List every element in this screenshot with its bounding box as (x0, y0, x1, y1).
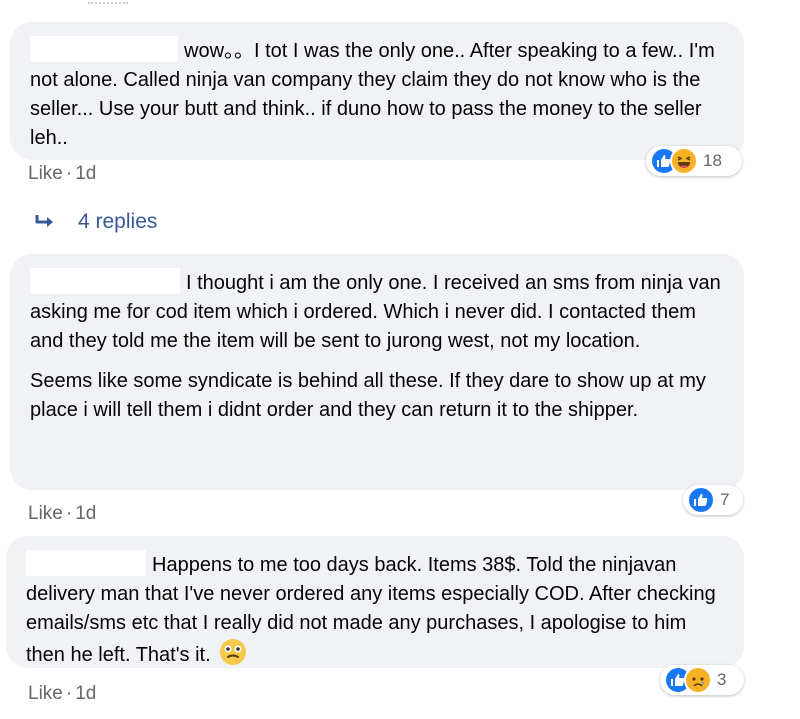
replies-label: 4 replies (78, 210, 158, 233)
haha-icon (670, 147, 698, 175)
comment-text-paragraph-2: Seems like some syndicate is behind all … (30, 370, 706, 421)
comment-bubble-2: I thought i am the only one. I received … (10, 254, 744, 490)
reaction-count: 3 (717, 670, 727, 689)
comment-meta-1: Like · 1d (28, 163, 97, 184)
comment-meta-2: Like · 1d (28, 503, 97, 524)
like-link[interactable]: Like (28, 163, 63, 184)
reply-arrow-icon (35, 215, 53, 227)
comment-bubble-1: wow。。I tot I was the only one.. After sp… (10, 22, 744, 160)
previous-content-edge (0, 0, 800, 6)
like-link[interactable]: Like (28, 503, 63, 524)
grimace-emoji-icon (219, 639, 246, 665)
timestamp[interactable]: 1d (75, 503, 96, 524)
sad-icon (684, 666, 712, 694)
like-link[interactable]: Like (28, 683, 63, 704)
redacted-author-name (30, 36, 178, 62)
comment-meta-3: Like · 1d (28, 683, 97, 704)
timestamp[interactable]: 1d (75, 683, 96, 704)
like-icon (687, 486, 715, 514)
comment-text: wow。。I tot I was the only one.. After sp… (30, 36, 724, 153)
comment-bubble-3: Happens to me too days back. Items 38$. … (6, 536, 744, 668)
redacted-author-name (30, 268, 180, 294)
redacted-author-name (26, 550, 146, 576)
view-replies-link[interactable]: 4 replies (34, 210, 157, 234)
reaction-summary-1[interactable]: 18 (646, 146, 742, 176)
comment-text-paragraph-1: I thought i am the only one. I received … (30, 268, 724, 356)
reaction-count: 7 (720, 490, 730, 509)
reaction-summary-3[interactable]: 3 (660, 665, 744, 695)
timestamp[interactable]: 1d (75, 163, 96, 184)
reaction-summary-2[interactable]: 7 (683, 485, 743, 515)
comment-text: Happens to me too days back. Items 38$. … (26, 550, 724, 670)
reaction-count: 18 (703, 151, 722, 170)
